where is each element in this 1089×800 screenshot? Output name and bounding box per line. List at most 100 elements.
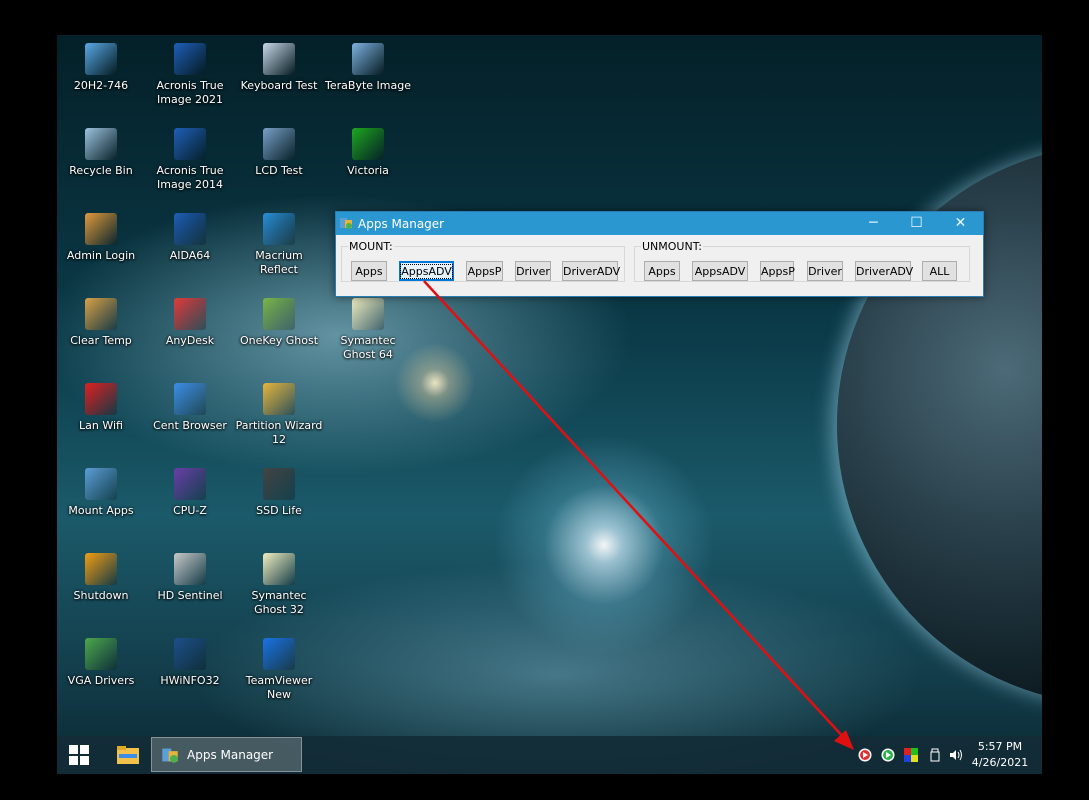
desktop-icon[interactable]: HD Sentinel [146, 553, 234, 603]
clock-time: 5:57 PM [977, 740, 1023, 753]
desktop-icon[interactable]: AnyDesk [146, 298, 234, 348]
unmount-group: UNMOUNT: [634, 240, 970, 282]
unmount-apps-button[interactable]: Apps [644, 261, 680, 281]
cpu-z-icon [174, 468, 206, 500]
desktop-icon[interactable]: TeamViewer New [235, 638, 323, 702]
desktop-icon[interactable]: AIDA64 [146, 213, 234, 263]
keyboard-test-icon [263, 43, 295, 75]
green-cross-icon [352, 128, 384, 160]
mount-legend: MOUNT: [349, 240, 393, 253]
desktop-icon[interactable]: SSD Life [235, 468, 323, 518]
mount-driver-button[interactable]: Driver [515, 261, 551, 281]
minimize-button[interactable]: ─ [851, 212, 896, 235]
power-icon [85, 553, 117, 585]
desktop-icon-label: Clear Temp [70, 334, 132, 347]
unmount-appsadv-button[interactable]: AppsADV [692, 261, 748, 281]
ghost-icon [263, 553, 295, 585]
desktop-icon-label: Acronis True Image 2021 [156, 79, 224, 106]
desktop-icon[interactable]: HWiNFO32 [146, 638, 234, 688]
cent-browser-icon [174, 383, 206, 415]
unmount-legend: UNMOUNT: [642, 240, 702, 253]
desktop-icon[interactable]: Victoria [324, 128, 412, 178]
desktop-icon[interactable]: Mount Apps [57, 468, 145, 518]
mount-apps-button[interactable]: Apps [351, 261, 387, 281]
desktop-icon[interactable]: LCD Test [235, 128, 323, 178]
desktop-icon[interactable]: Symantec Ghost 32 [235, 553, 323, 617]
recycle-bin-icon [85, 128, 117, 160]
desktop-icon-label: Macrium Reflect [255, 249, 303, 276]
mount-appsp-button[interactable]: AppsP [466, 261, 503, 281]
apps-manager-window: Apps Manager ─ ☐ ✕ MOUNT: UNMOUNT: Apps … [335, 211, 984, 297]
mount-appsadv-button[interactable]: AppsADV [399, 261, 454, 281]
color-grid-icon[interactable] [904, 748, 918, 762]
desktop-icon[interactable]: Admin Login [57, 213, 145, 263]
file-explorer-icon[interactable] [117, 746, 139, 764]
acronis-icon [174, 43, 206, 75]
mount-apps-icon [85, 468, 117, 500]
window-titlebar[interactable]: Apps Manager ─ ☐ ✕ [336, 212, 983, 235]
desktop: 20H2-746 Acronis True Image 2021 Keyboard … [57, 35, 1042, 774]
aida64-icon [174, 213, 206, 245]
desktop-icon[interactable]: Cent Browser [146, 383, 234, 433]
maximize-button[interactable]: ☐ [894, 212, 939, 235]
desktop-icon[interactable]: Keyboard Test [235, 43, 323, 93]
desktop-icon-label: Acronis True Image 2014 [156, 164, 224, 191]
desktop-icon[interactable]: CPU-Z [146, 468, 234, 518]
terabyte-icon [352, 43, 384, 75]
teamviewer-icon [263, 638, 295, 670]
broom-icon [85, 298, 117, 330]
start-button[interactable] [69, 745, 89, 765]
red-play-icon[interactable] [858, 748, 872, 762]
desktop-icon-label: Partition Wizard 12 [235, 419, 323, 446]
unmount-all-button[interactable]: ALL [922, 261, 957, 281]
desktop-icon[interactable]: Macrium Reflect [235, 213, 323, 277]
desktop-icon[interactable]: Shutdown [57, 553, 145, 603]
usb-drive-icon[interactable] [928, 748, 942, 762]
desktop-icon-label: Symantec Ghost 32 [251, 589, 307, 616]
unmount-driveradv-button[interactable]: DriverADV [855, 261, 913, 281]
desktop-icon-label: 20H2-746 [73, 79, 129, 92]
desktop-icon-label: Lan Wifi [79, 419, 123, 432]
desktop-icon[interactable]: Acronis True Image 2021 [146, 43, 234, 107]
desktop-icon[interactable]: OneKey Ghost [235, 298, 323, 348]
window-title: Apps Manager [358, 217, 445, 231]
desktop-icon-label: Keyboard Test [240, 79, 318, 92]
anydesk-icon [174, 298, 206, 330]
desktop-icon-label: Cent Browser [153, 419, 227, 432]
desktop-icon-label: Victoria [347, 164, 389, 177]
desktop-icon-label: CPU-Z [173, 504, 207, 517]
desktop-icon[interactable]: Symantec Ghost 64 [324, 298, 412, 362]
apps-manager-icon [162, 748, 178, 763]
taskbar-app-label: Apps Manager [187, 748, 274, 762]
desktop-icon[interactable]: Partition Wizard 12 [235, 383, 323, 447]
unmount-appsp-button[interactable]: AppsP [760, 261, 795, 281]
taskbar-apps-manager[interactable]: Apps Manager [151, 737, 302, 772]
desktop-icon[interactable]: Lan Wifi [57, 383, 145, 433]
macrium-icon [263, 213, 295, 245]
desktop-icon-label: LCD Test [255, 164, 303, 177]
taskbar-clock[interactable]: 5:57 PM 4/26/2021 [970, 739, 1030, 771]
desktop-icon[interactable]: VGA Drivers [57, 638, 145, 688]
desktop-icon[interactable]: 20H2-746 [57, 43, 145, 93]
desktop-icon-label: OneKey Ghost [239, 334, 319, 347]
mount-driveradv-button[interactable]: DriverADV [562, 261, 620, 281]
desktop-icon-label: TeraByte Image [325, 79, 411, 92]
apps-manager-icon [340, 218, 352, 229]
green-play-icon[interactable] [881, 748, 895, 762]
computer-icon [85, 43, 117, 75]
vga-card-icon [85, 638, 117, 670]
clock-date: 4/26/2021 [971, 756, 1029, 769]
desktop-icon-label: HWiNFO32 [160, 674, 220, 687]
hdd-sentinel-icon [174, 553, 206, 585]
volume-icon[interactable] [949, 748, 963, 762]
onekey-ghost-icon [263, 298, 295, 330]
desktop-icon[interactable]: TeraByte Image [324, 43, 412, 93]
ssd-chip-icon [263, 468, 295, 500]
close-button[interactable]: ✕ [938, 212, 983, 235]
desktop-icon-label: TeamViewer New [245, 674, 313, 701]
desktop-icon[interactable]: Acronis True Image 2014 [146, 128, 234, 192]
unmount-driver-button[interactable]: Driver [807, 261, 843, 281]
acronis-icon [174, 128, 206, 160]
desktop-icon[interactable]: Clear Temp [57, 298, 145, 348]
desktop-icon[interactable]: Recycle Bin [57, 128, 145, 178]
